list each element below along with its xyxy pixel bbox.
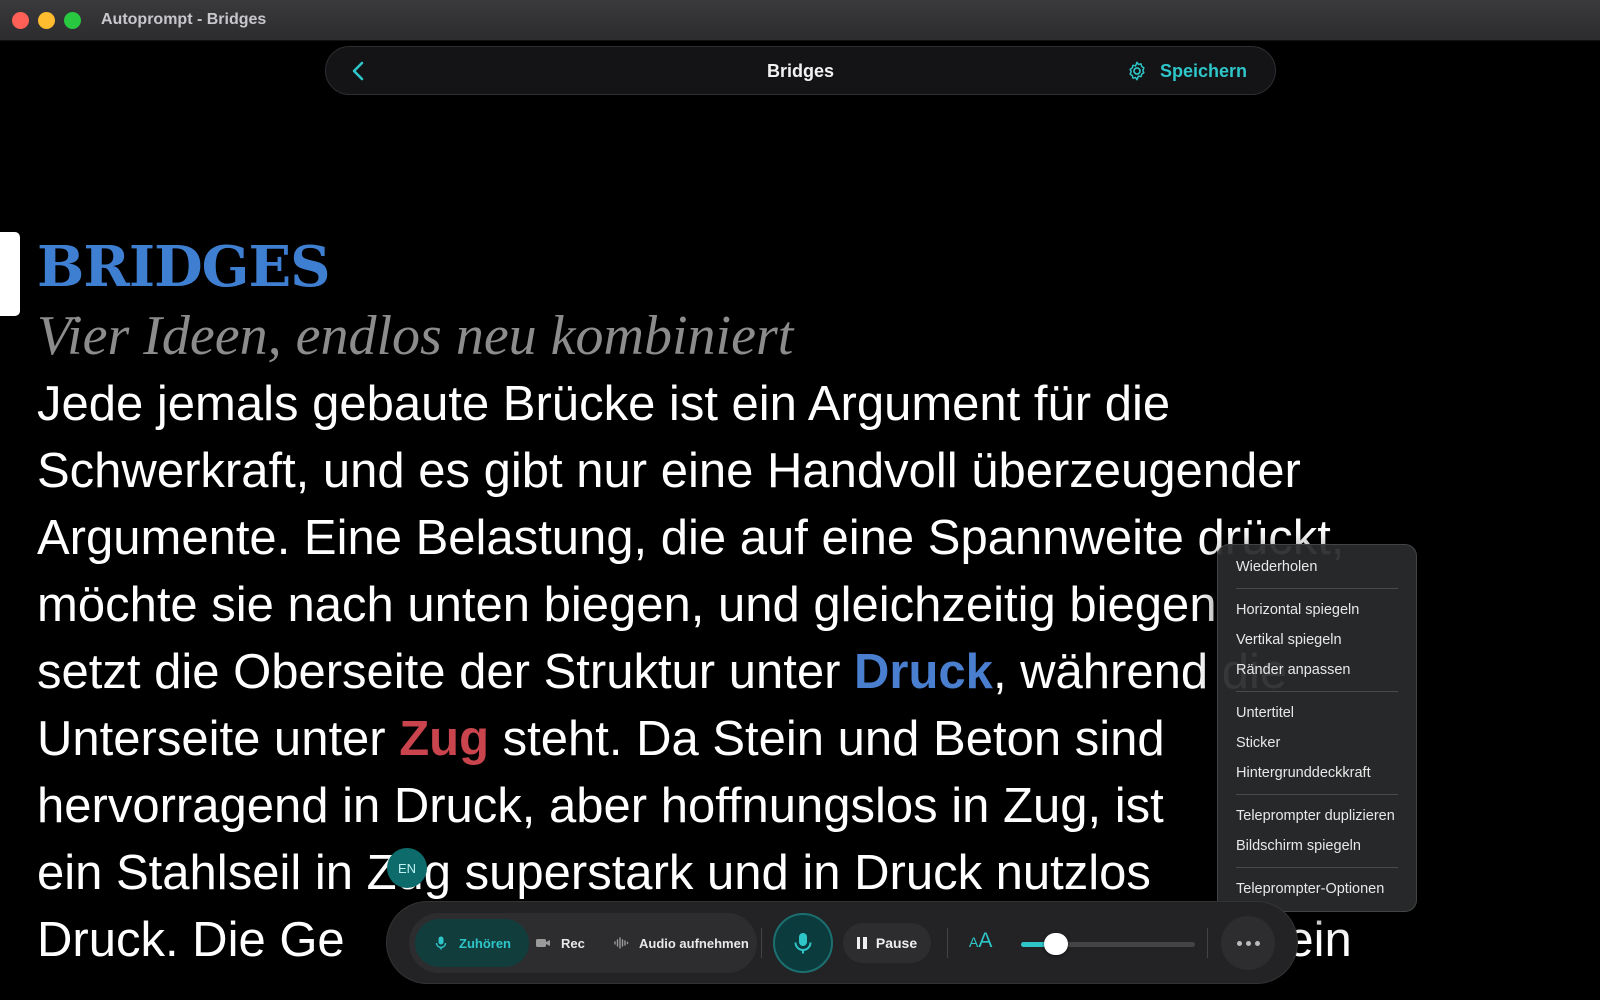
font-size-icon[interactable]: AA: [969, 929, 992, 953]
save-button[interactable]: Speichern: [1126, 58, 1247, 84]
toolbar-divider: [1207, 928, 1208, 958]
menu-separator: [1236, 794, 1398, 795]
menu-item-sticker[interactable]: Sticker: [1218, 728, 1416, 758]
pause-label: Pause: [875, 935, 918, 951]
audio-label: Audio aufnehmen: [639, 935, 749, 951]
save-label: Speichern: [1159, 60, 1247, 81]
close-window-button[interactable]: [12, 11, 29, 29]
toolbar-divider: [947, 928, 948, 958]
font-size-slider[interactable]: [1021, 933, 1195, 955]
line-text: Druck. Die Ge: [37, 913, 345, 967]
window-titlebar: Autoprompt - Bridges: [0, 0, 1600, 41]
menu-item-flip-horizontal[interactable]: Horizontal spiegeln: [1218, 595, 1416, 625]
ellipsis-dot: [1236, 940, 1242, 946]
menu-item-subtitles[interactable]: Untertitel: [1218, 698, 1416, 728]
line-text: Unterseite unter: [37, 712, 400, 766]
microphone-icon: [794, 933, 812, 954]
window-controls: [12, 11, 81, 29]
line-text: setzt die Oberseite der Struktur unter: [37, 645, 855, 699]
menu-item-duplicate-teleprompter[interactable]: Teleprompter duplizieren: [1218, 801, 1416, 831]
waveform-icon: [614, 937, 629, 949]
pause-icon: [856, 937, 867, 949]
menu-item-flip-vertical[interactable]: Vertikal spiegeln: [1218, 625, 1416, 655]
script-subtitle: Vier Ideen, endlos neu kombiniert: [37, 305, 794, 367]
ellipsis-dot: [1245, 940, 1251, 946]
mode-selector: Zuhören Rec Audio aufnehmen: [409, 913, 757, 973]
script-line: Jede jemals gebaute Brücke ist ein Argum…: [37, 377, 1171, 431]
menu-separator: [1236, 588, 1398, 589]
minimize-window-button[interactable]: [38, 11, 55, 29]
line-text: steht. Da Stein und Beton sind: [489, 712, 1165, 766]
playback-control-bar: Zuhören Rec Audio aufnehmen Pause AA: [386, 901, 1298, 984]
listen-label: Zuhören: [459, 935, 511, 951]
script-line: Schwerkraft, und es gibt nur eine Handvo…: [37, 444, 1301, 498]
menu-item-adjust-margins[interactable]: Ränder anpassen: [1218, 655, 1416, 685]
record-video-button[interactable]: Rec: [535, 919, 585, 967]
record-audio-button[interactable]: Audio aufnehmen: [613, 919, 749, 967]
listen-mode-button[interactable]: Zuhören: [415, 919, 529, 967]
maximize-window-button[interactable]: [64, 11, 81, 29]
menu-separator: [1236, 867, 1398, 868]
options-menu: Wiederholen Horizontal spiegeln Vertikal…: [1217, 544, 1417, 912]
scroll-position-marker[interactable]: [0, 232, 20, 316]
menu-item-repeat[interactable]: Wiederholen: [1218, 552, 1416, 582]
microphone-icon: [435, 936, 447, 950]
script-title: BRIDGES: [37, 234, 331, 300]
microphone-toggle-button[interactable]: [773, 913, 833, 973]
top-navigation-bar: Bridges Speichern: [325, 46, 1276, 95]
menu-item-background-opacity[interactable]: Hintergrunddeckkraft: [1218, 758, 1416, 788]
window-title: Autoprompt - Bridges: [101, 11, 267, 28]
rec-label: Rec: [561, 935, 585, 951]
slider-knob[interactable]: [1043, 933, 1068, 955]
keyword-zug: Zug: [399, 712, 490, 766]
ellipsis-dot: [1254, 940, 1260, 946]
toolbar-divider: [761, 928, 762, 958]
gear-icon: [1129, 61, 1145, 81]
video-camera-icon: [536, 939, 550, 947]
pause-button[interactable]: Pause: [843, 923, 931, 963]
keyword-druck: Druck: [854, 645, 993, 699]
more-options-button[interactable]: [1221, 916, 1275, 970]
menu-separator: [1236, 691, 1398, 692]
menu-item-mirror-screen[interactable]: Bildschirm spiegeln: [1218, 831, 1416, 861]
menu-item-teleprompter-options[interactable]: Teleprompter-Optionen: [1218, 874, 1416, 904]
language-badge[interactable]: EN: [387, 848, 427, 888]
